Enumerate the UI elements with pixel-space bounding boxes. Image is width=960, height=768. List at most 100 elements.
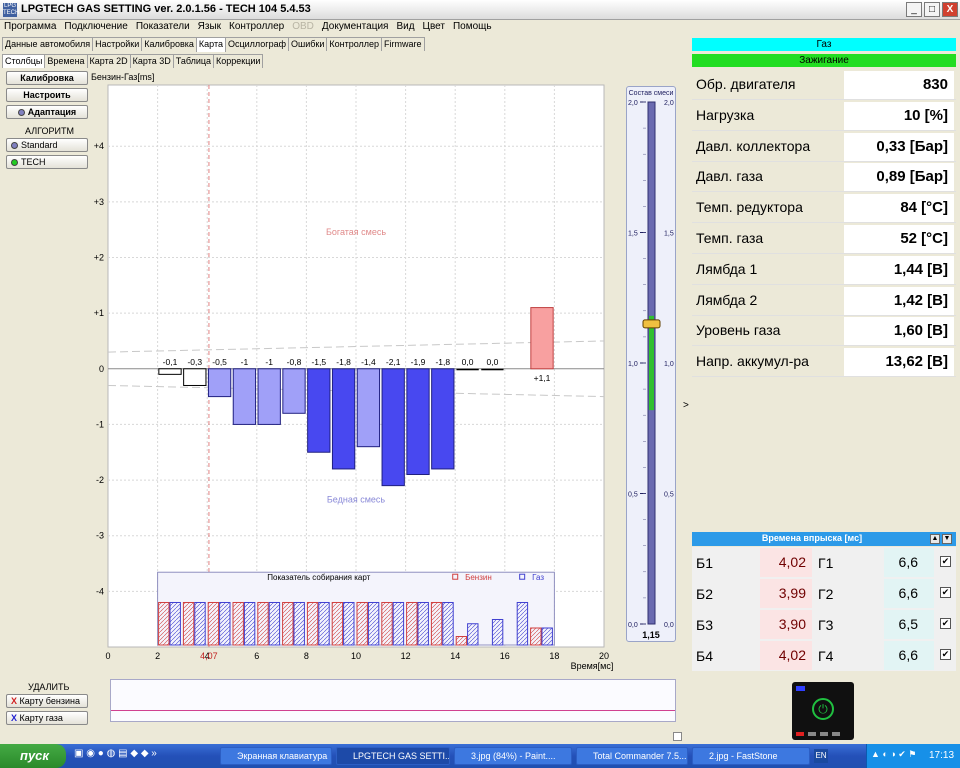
tab-sub-1[interactable]: Времена [44, 54, 88, 68]
menu-program[interactable]: Программа [0, 20, 60, 33]
petrol-injection-value: 3,99 [760, 579, 812, 608]
expand-icon[interactable]: ▲ [930, 534, 940, 544]
task-onscreen-keyboard[interactable]: Экранная клавиатура [220, 747, 332, 765]
map-bar[interactable] [232, 368, 257, 425]
collection-bar-gas [467, 623, 479, 646]
map-bar[interactable] [431, 368, 455, 470]
tab-main-7[interactable]: Firmware [381, 37, 425, 51]
adapt-button[interactable]: Адаптация [6, 105, 88, 119]
tab-main-1[interactable]: Настройки [92, 37, 143, 51]
quick-launch-icon[interactable]: ▣ [74, 748, 83, 759]
tune-button[interactable]: Настроить [6, 88, 88, 102]
y-tick-label: +4 [94, 141, 104, 151]
tab-sub-5[interactable]: Коррекции [213, 54, 264, 68]
menu-controller[interactable]: Контроллер [225, 20, 288, 33]
quick-launch-icon[interactable]: ▤ [118, 748, 127, 759]
map-bar[interactable] [331, 368, 356, 470]
resize-grip[interactable] [673, 732, 682, 741]
collection-bar-petrol [356, 601, 368, 646]
map-bar[interactable] [183, 368, 207, 386]
tray-icons[interactable]: ▲ ◐ ◑ ✔ ⚑ [871, 749, 916, 760]
tech-indicator-icon [11, 159, 18, 166]
map-bar[interactable] [381, 368, 405, 487]
menu-language[interactable]: Язык [194, 20, 225, 33]
task-total-commander[interactable]: Total Commander 7.5... [576, 747, 688, 765]
map-bar[interactable] [481, 368, 504, 371]
map-bar[interactable] [282, 368, 306, 414]
param-label: Лямбда 2 [696, 291, 758, 308]
cylinder-checkbox[interactable]: ✔ [940, 649, 951, 660]
shrink-icon[interactable]: ▼ [942, 534, 952, 544]
rich-mixture-label: Богатая смесь [326, 227, 386, 237]
mixture-ok-range [649, 315, 654, 411]
collection-bar-gas [392, 601, 405, 646]
tab-main-4[interactable]: Осциллограф [225, 37, 289, 51]
map-bar[interactable] [406, 368, 430, 476]
quick-launch-icon[interactable]: » [151, 748, 157, 759]
menu-connect[interactable]: Подключение [60, 20, 131, 33]
menu-indicators[interactable]: Показатели [132, 20, 194, 33]
cylinder-checkbox[interactable]: ✔ [940, 556, 951, 567]
injection-row: Б2 3,99 Г2 6,6 ✔ [692, 578, 956, 609]
param-row: Напр. аккумул-ра 13,62 [В] [692, 347, 956, 378]
tab-sub-0[interactable]: Столбцы [2, 54, 46, 69]
task-faststone[interactable]: 2.jpg - FastStone [692, 747, 810, 765]
x-tick-label: 2 [155, 651, 160, 661]
adapt-label: Адаптация [27, 107, 77, 117]
maximize-button[interactable]: □ [924, 2, 940, 17]
tab-main-5[interactable]: Ошибки [288, 37, 328, 51]
task-paint[interactable]: 3.jpg (84%) - Paint.... [454, 747, 572, 765]
tab-main-6[interactable]: Контроллер [326, 37, 383, 51]
collapse-arrow-icon[interactable]: > [683, 400, 689, 411]
tab-sub-4[interactable]: Таблица [172, 54, 215, 68]
x-tick-label: 10 [351, 651, 361, 661]
app-icon: LPG TECH [3, 3, 20, 17]
petrol-cylinder-label: Б3 [696, 617, 713, 633]
tab-main-0[interactable]: Данные автомобиля [2, 37, 94, 51]
splitter[interactable]: > [682, 36, 690, 744]
menu-view[interactable]: Вид [392, 20, 418, 33]
quick-launch-icon[interactable]: ◉ [86, 748, 95, 759]
collection-bar-petrol [158, 601, 170, 646]
calibrate-button[interactable]: Калибровка [6, 71, 88, 85]
quick-launch-icon[interactable]: ◆ [130, 748, 138, 759]
map-bar[interactable] [207, 368, 232, 398]
menu-color[interactable]: Цвет [419, 20, 449, 33]
map-bar[interactable] [307, 368, 331, 453]
legend-gas: Газ [532, 573, 544, 582]
language-indicator[interactable]: EN [814, 749, 828, 763]
mixture-indicator[interactable] [642, 319, 661, 329]
x-tick-label: 12 [401, 651, 411, 661]
controller-switch-image[interactable]: ⏻ [792, 682, 854, 740]
map-bar[interactable] [158, 368, 182, 375]
map-bar[interactable] [456, 368, 479, 371]
quick-launch-icon[interactable]: ◆ [141, 748, 149, 759]
quick-launch-icon[interactable]: ● [98, 748, 104, 759]
cylinder-checkbox[interactable]: ✔ [940, 587, 951, 598]
tab-main-2[interactable]: Калибровка [141, 37, 197, 51]
menu-help[interactable]: Помощь [449, 20, 496, 33]
collection-bar-gas [491, 618, 504, 646]
tab-sub-2[interactable]: Карта 2D [86, 54, 131, 68]
map-bar[interactable] [356, 368, 381, 448]
menu-documentation[interactable]: Документация [318, 20, 393, 33]
y-tick-label: +1 [94, 308, 104, 318]
minimize-button[interactable]: _ [906, 2, 922, 17]
task-lpgtech[interactable]: LPGTECH GAS SETTI... [336, 747, 450, 765]
map-bar[interactable] [530, 307, 554, 370]
map-bar[interactable] [257, 368, 281, 425]
algorithm-standard[interactable]: Standard [6, 138, 88, 152]
delete-gas-map-button[interactable]: X Карту газа [6, 711, 88, 725]
quick-launch-icon[interactable]: ◍ [107, 748, 116, 759]
param-row: Темп. газа 52 [°C] [692, 224, 956, 254]
adapt-indicator-icon [17, 109, 25, 116]
algorithm-tech[interactable]: TECH [6, 155, 88, 169]
tab-main-3[interactable]: Карта [195, 37, 226, 52]
start-button[interactable]: пуск [0, 744, 66, 768]
tab-sub-3[interactable]: Карта 3D [129, 54, 174, 68]
delete-petrol-map-button[interactable]: X Карту бензина [6, 694, 88, 708]
param-label: Напр. аккумул-ра [696, 353, 809, 370]
close-button[interactable]: X [942, 2, 958, 17]
collection-bar-gas [243, 601, 256, 646]
cylinder-checkbox[interactable]: ✔ [940, 618, 951, 629]
